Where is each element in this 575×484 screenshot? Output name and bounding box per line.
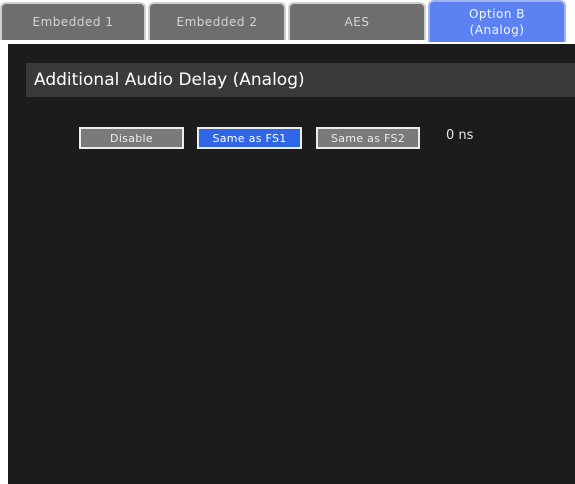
same-as-fs2-button-label: Same as FS2: [330, 131, 406, 145]
tab-bar: Embedded 1 Embedded 2 AES Option B (Anal…: [0, 0, 575, 44]
section-header: Additional Audio Delay (Analog): [26, 63, 575, 97]
tab-label-line1: Option B: [468, 7, 526, 21]
tab-label-wrap: Option B (Analog): [469, 6, 525, 38]
disable-button-label: Disable: [110, 131, 153, 145]
same-as-fs2-button[interactable]: Same as FS2: [316, 127, 420, 149]
tab-label: AES: [344, 15, 370, 29]
tab-embedded-2[interactable]: Embedded 2: [148, 2, 286, 40]
tab-aes[interactable]: AES: [288, 2, 426, 40]
content-panel: Additional Audio Delay (Analog) Disable …: [8, 44, 575, 484]
tab-option-b-analog[interactable]: Option B (Analog): [428, 0, 566, 42]
tab-label: Embedded 2: [176, 15, 258, 29]
disable-button[interactable]: Disable: [79, 127, 184, 149]
section-title: Additional Audio Delay (Analog): [34, 70, 305, 90]
same-as-fs1-button-label: Same as FS1: [212, 131, 287, 145]
tab-label-line2: (Analog): [469, 23, 525, 37]
tab-embedded-1[interactable]: Embedded 1: [0, 2, 146, 40]
tab-label: Embedded 1: [32, 15, 114, 29]
same-as-fs1-button[interactable]: Same as FS1: [197, 127, 302, 149]
delay-value: 0 ns: [446, 128, 474, 143]
